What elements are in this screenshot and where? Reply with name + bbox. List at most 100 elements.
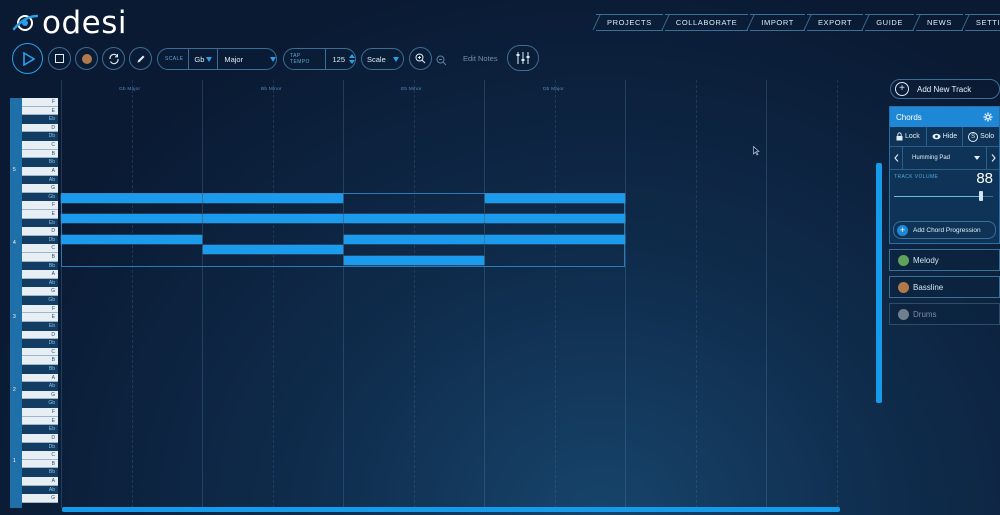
lock-button[interactable]: Lock bbox=[890, 127, 927, 146]
piano-key[interactable]: Gb bbox=[22, 399, 58, 409]
piano-key[interactable]: E bbox=[22, 313, 58, 322]
track-drums[interactable]: Drums bbox=[889, 303, 1000, 325]
piano-key[interactable]: A bbox=[22, 476, 58, 486]
odesi-logo[interactable]: odesi bbox=[12, 6, 127, 40]
piano-key[interactable]: Ab bbox=[22, 278, 58, 288]
piano-key[interactable]: Eb bbox=[22, 218, 58, 228]
piano-key[interactable]: Eb bbox=[22, 115, 58, 124]
note[interactable] bbox=[344, 214, 484, 223]
vertical-scrollbar[interactable] bbox=[876, 163, 882, 403]
gear-icon[interactable] bbox=[983, 112, 993, 122]
chords-track-header[interactable]: Chords bbox=[890, 107, 999, 127]
prev-instrument-button[interactable] bbox=[890, 147, 903, 169]
piano-key[interactable]: G bbox=[22, 494, 58, 503]
nav-collaborate[interactable]: COLLABORATE bbox=[664, 14, 749, 31]
piano-key[interactable]: Eb bbox=[22, 321, 58, 331]
piano-key[interactable]: D bbox=[22, 123, 58, 133]
piano-key[interactable]: D bbox=[22, 330, 58, 340]
piano-key[interactable]: Db bbox=[22, 339, 58, 348]
piano-key[interactable]: C bbox=[22, 141, 58, 150]
scale-key-select[interactable]: Gb bbox=[194, 55, 204, 64]
piano-roll-grid[interactable]: Gb Major Bb Minor Eb Minor Db Major bbox=[61, 80, 881, 508]
stop-button[interactable] bbox=[48, 47, 71, 70]
track-bassline[interactable]: Bassline bbox=[889, 276, 1000, 298]
horizontal-scrollbar[interactable] bbox=[62, 507, 840, 512]
note[interactable] bbox=[485, 214, 625, 223]
nav-news[interactable]: NEWS bbox=[916, 14, 963, 31]
note[interactable] bbox=[203, 245, 343, 254]
note[interactable] bbox=[485, 194, 625, 203]
tempo-input[interactable]: 125 bbox=[332, 55, 345, 64]
mixer-button[interactable] bbox=[507, 45, 539, 71]
piano-key[interactable]: F bbox=[22, 408, 58, 417]
piano-key[interactable]: B bbox=[22, 149, 58, 159]
piano-key[interactable]: B bbox=[22, 253, 58, 262]
track-melody[interactable]: Melody bbox=[889, 249, 1000, 271]
piano-key[interactable]: C bbox=[22, 347, 58, 357]
add-new-track-button[interactable]: + Add New Track bbox=[890, 79, 1000, 99]
edit-notes-button[interactable]: Edit Notes bbox=[463, 54, 498, 63]
piano-key[interactable]: E bbox=[22, 106, 58, 116]
piano-key[interactable]: F bbox=[22, 98, 58, 107]
piano-key[interactable]: F bbox=[22, 201, 58, 210]
piano-key[interactable]: D bbox=[22, 227, 58, 236]
piano-key[interactable]: Bb bbox=[22, 365, 58, 374]
instrument-select[interactable]: Humming Pad bbox=[903, 147, 987, 169]
note[interactable] bbox=[485, 235, 625, 244]
pencil-tool-button[interactable] bbox=[129, 47, 152, 70]
piano-key[interactable]: A bbox=[22, 166, 58, 176]
nav-settings[interactable]: SETTINGS bbox=[964, 14, 1000, 31]
play-button[interactable] bbox=[12, 43, 43, 74]
piano-key[interactable]: E bbox=[22, 209, 58, 219]
volume-slider-thumb[interactable] bbox=[979, 191, 984, 201]
piano-key[interactable]: A bbox=[22, 270, 58, 279]
note[interactable] bbox=[344, 256, 484, 265]
record-button[interactable] bbox=[75, 47, 98, 70]
piano-key[interactable]: F bbox=[22, 304, 58, 314]
tap-tempo-button[interactable]: TAP TEMPO bbox=[290, 53, 321, 65]
piano-key[interactable]: B bbox=[22, 356, 58, 365]
snap-select[interactable]: Scale bbox=[361, 48, 404, 70]
loop-button[interactable] bbox=[102, 47, 125, 70]
piano-key[interactable]: C bbox=[22, 244, 58, 254]
piano-key[interactable]: Ab bbox=[22, 485, 58, 495]
piano-key[interactable]: Bb bbox=[22, 261, 58, 271]
piano-key[interactable]: D bbox=[22, 433, 58, 443]
note[interactable] bbox=[61, 235, 202, 244]
zoom-out-button[interactable] bbox=[436, 53, 447, 71]
piano-key[interactable]: Db bbox=[22, 235, 58, 245]
piano-key[interactable]: A bbox=[22, 373, 58, 383]
note[interactable] bbox=[203, 194, 343, 203]
piano-key[interactable]: Bb bbox=[22, 468, 58, 477]
piano-key[interactable]: Ab bbox=[22, 382, 58, 391]
solo-button[interactable]: S Solo bbox=[963, 127, 999, 146]
piano-key[interactable]: Db bbox=[22, 132, 58, 142]
nav-export[interactable]: EXPORT bbox=[806, 14, 864, 31]
piano-key[interactable]: C bbox=[22, 451, 58, 460]
nav-projects[interactable]: PROJECTS bbox=[596, 14, 663, 31]
piano-key[interactable]: Ab bbox=[22, 175, 58, 185]
next-instrument-button[interactable] bbox=[987, 147, 999, 169]
piano-key[interactable]: G bbox=[22, 184, 58, 193]
piano-key[interactable]: Bb bbox=[22, 158, 58, 167]
add-chord-progression-button[interactable]: + Add Chord Progression bbox=[893, 221, 996, 239]
piano-key[interactable]: Gb bbox=[22, 296, 58, 305]
piano-key[interactable]: Eb bbox=[22, 425, 58, 434]
piano-key[interactable]: G bbox=[22, 390, 58, 400]
piano-key[interactable]: Db bbox=[22, 442, 58, 452]
tempo-stepper[interactable] bbox=[349, 54, 355, 64]
note[interactable] bbox=[61, 214, 202, 223]
hide-button[interactable]: Hide bbox=[927, 127, 964, 146]
piano-key[interactable]: E bbox=[22, 416, 58, 426]
nav-guide[interactable]: GUIDE bbox=[865, 14, 915, 31]
note[interactable] bbox=[344, 235, 484, 244]
note[interactable] bbox=[61, 194, 202, 203]
note[interactable] bbox=[203, 214, 343, 223]
piano-key[interactable]: B bbox=[22, 459, 58, 469]
zoom-in-button[interactable] bbox=[409, 47, 432, 70]
scale-mode-select[interactable]: Major bbox=[224, 55, 270, 64]
nav-import[interactable]: IMPORT bbox=[750, 14, 805, 31]
piano-key[interactable]: Gb bbox=[22, 192, 58, 202]
volume-slider[interactable] bbox=[894, 191, 993, 201]
piano-key[interactable]: G bbox=[22, 287, 58, 297]
